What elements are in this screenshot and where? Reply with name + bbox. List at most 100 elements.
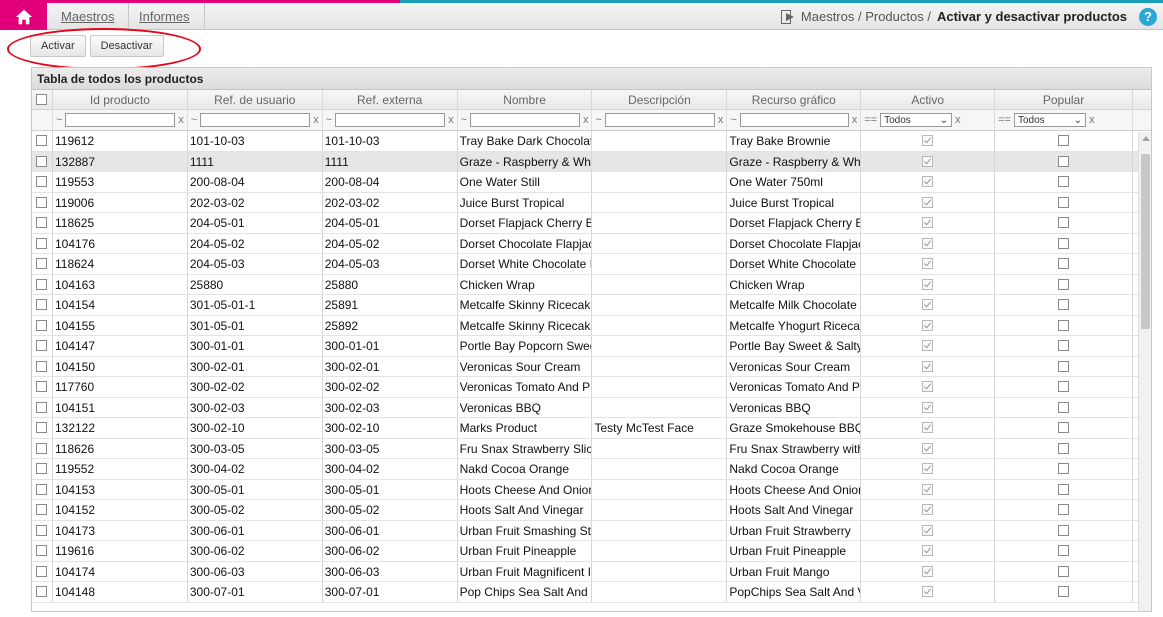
popular-checkbox[interactable] <box>1058 135 1070 147</box>
row-checkbox[interactable] <box>36 217 48 229</box>
popular-checkbox[interactable] <box>1058 483 1070 495</box>
clear-filter-icon[interactable]: x <box>178 114 184 126</box>
popular-checkbox[interactable] <box>1058 237 1070 249</box>
popular-checkbox[interactable] <box>1058 524 1070 536</box>
menu-informes[interactable]: Informes <box>125 3 205 30</box>
row-checkbox[interactable] <box>36 340 48 352</box>
help-icon[interactable]: ? <box>1139 7 1157 26</box>
table-row[interactable]: 118626 300-03-05 300-03-05 Fru Snax Strawbe… <box>32 438 1151 459</box>
row-checkbox[interactable] <box>36 299 48 311</box>
clear-filter-icon[interactable]: x <box>313 114 319 126</box>
activate-button[interactable]: Activar <box>30 35 86 57</box>
row-checkbox[interactable] <box>36 278 48 290</box>
table-row[interactable]: 119006 202-03-02 202-03-02 Juice Burst Trop… <box>32 192 1151 213</box>
table-row[interactable]: 104150 300-02-01 300-02-01 Veronicas Sour C… <box>32 356 1151 377</box>
popular-checkbox[interactable] <box>1058 196 1070 208</box>
table-row[interactable]: 104152 300-05-02 300-05-02 Hoots Salt And V… <box>32 500 1151 521</box>
table-row[interactable]: 132887 1111 1111 Graze - Raspberry & White G… <box>32 151 1151 172</box>
col-description[interactable]: Descripción <box>592 90 728 109</box>
filter-input-name[interactable] <box>470 113 580 127</box>
table-row[interactable]: 104155 301-05-01 25892 Metcalfe Skinny Rice… <box>32 315 1151 336</box>
row-checkbox[interactable] <box>36 319 48 331</box>
row-checkbox[interactable] <box>36 524 48 536</box>
clear-filter-icon[interactable]: x <box>718 114 724 126</box>
popular-checkbox[interactable] <box>1058 565 1070 577</box>
row-checkbox[interactable] <box>36 258 48 270</box>
popular-checkbox[interactable] <box>1058 340 1070 352</box>
row-checkbox[interactable] <box>36 565 48 577</box>
popular-checkbox[interactable] <box>1058 278 1070 290</box>
row-checkbox[interactable] <box>36 545 48 557</box>
table-row[interactable]: 117760 300-02-02 300-02-02 Veronicas Tomato… <box>32 377 1151 398</box>
popular-checkbox[interactable] <box>1058 586 1070 598</box>
col-resource[interactable]: Recurso gráfico <box>727 90 862 109</box>
table-row[interactable]: 118624 204-05-03 204-05-03 Dorset White Cho… <box>32 254 1151 275</box>
row-checkbox[interactable] <box>36 483 48 495</box>
scroll-thumb[interactable] <box>1141 154 1150 329</box>
table-row[interactable]: 119616 300-06-02 300-06-02 Urban Fruit Pine… <box>32 541 1151 562</box>
table-row[interactable]: 104153 300-05-01 300-05-01 Hoots Cheese And… <box>32 479 1151 500</box>
popular-checkbox[interactable] <box>1058 381 1070 393</box>
filter-input-resource[interactable] <box>739 113 849 127</box>
row-checkbox[interactable] <box>36 586 48 598</box>
menu-maestros[interactable]: Maestros <box>47 3 130 30</box>
popular-checkbox[interactable] <box>1058 155 1070 167</box>
popular-checkbox[interactable] <box>1058 319 1070 331</box>
col-name[interactable]: Nombre <box>458 90 593 109</box>
filter-input-description[interactable] <box>604 113 715 127</box>
popular-checkbox[interactable] <box>1058 360 1070 372</box>
popular-checkbox[interactable] <box>1058 442 1070 454</box>
filter-input-ext-ref[interactable] <box>335 113 446 127</box>
clear-filter-icon[interactable]: x <box>1089 114 1095 126</box>
row-checkbox[interactable] <box>36 360 48 372</box>
table-row[interactable]: 104151 300-02-03 300-02-03 Veronicas BBQ Ver… <box>32 397 1151 418</box>
table-row[interactable]: 119553 200-08-04 200-08-04 One Water Still O… <box>32 172 1151 193</box>
deactivate-button[interactable]: Desactivar <box>89 35 164 57</box>
popular-checkbox[interactable] <box>1058 504 1070 516</box>
table-row[interactable]: 119552 300-04-02 300-04-02 Nakd Cocoa Orang… <box>32 459 1151 480</box>
popular-checkbox[interactable] <box>1058 401 1070 413</box>
table-row[interactable]: 104148 300-07-01 300-07-01 Pop Chips Sea Sa… <box>32 582 1151 603</box>
row-checkbox[interactable] <box>36 135 48 147</box>
select-all-checkbox[interactable] <box>36 94 48 105</box>
table-row[interactable]: 118625 204-05-01 204-05-01 Dorset Flapjack … <box>32 213 1151 234</box>
col-ext-ref[interactable]: Ref. externa <box>323 90 458 109</box>
col-active[interactable]: Activo <box>861 90 996 109</box>
col-id[interactable]: Id producto <box>53 90 188 109</box>
col-user-ref[interactable]: Ref. de usuario <box>188 90 323 109</box>
row-checkbox[interactable] <box>36 463 48 475</box>
table-row[interactable]: 104163 25880 25880 Chicken Wrap Chicken Wrap <box>32 274 1151 295</box>
vertical-scrollbar[interactable] <box>1138 132 1151 611</box>
clear-filter-icon[interactable]: x <box>583 114 589 126</box>
filter-select-active[interactable]: Todos ⌄ <box>880 113 953 127</box>
row-checkbox[interactable] <box>36 442 48 454</box>
scroll-up-icon[interactable] <box>1142 136 1150 141</box>
clear-filter-icon[interactable]: x <box>852 114 858 126</box>
breadcrumb-path[interactable]: Maestros / Productos / <box>801 9 931 24</box>
table-row[interactable]: 132122 300-02-10 300-02-10 Marks Product Tes… <box>32 418 1151 439</box>
table-row[interactable]: 104173 300-06-01 300-06-01 Urban Fruit Smas… <box>32 520 1151 541</box>
table-row[interactable]: 119612 101-10-03 101-10-03 Tray Bake Dark C… <box>32 131 1151 152</box>
row-checkbox[interactable] <box>36 401 48 413</box>
clear-filter-icon[interactable]: x <box>448 114 454 126</box>
filter-select-popular[interactable]: Todos ⌄ <box>1013 113 1086 127</box>
row-checkbox[interactable] <box>36 237 48 249</box>
popular-checkbox[interactable] <box>1058 217 1070 229</box>
popular-checkbox[interactable] <box>1058 299 1070 311</box>
row-checkbox[interactable] <box>36 196 48 208</box>
filter-input-user-ref[interactable] <box>200 113 311 127</box>
clear-filter-icon[interactable]: x <box>955 114 961 126</box>
table-row[interactable]: 104154 301-05-01-1 25891 Metcalfe Skinny Ri… <box>32 295 1151 316</box>
row-checkbox[interactable] <box>36 155 48 167</box>
row-checkbox[interactable] <box>36 422 48 434</box>
table-row[interactable]: 104176 204-05-02 204-05-02 Dorset Chocolate… <box>32 233 1151 254</box>
row-checkbox[interactable] <box>36 176 48 188</box>
popular-checkbox[interactable] <box>1058 545 1070 557</box>
popular-checkbox[interactable] <box>1058 258 1070 270</box>
row-checkbox[interactable] <box>36 504 48 516</box>
table-row[interactable]: 104147 300-01-01 300-01-01 Portle Bay Popco… <box>32 336 1151 357</box>
row-checkbox[interactable] <box>36 381 48 393</box>
filter-input-id[interactable] <box>65 113 176 127</box>
col-popular[interactable]: Popular <box>995 90 1133 109</box>
popular-checkbox[interactable] <box>1058 422 1070 434</box>
